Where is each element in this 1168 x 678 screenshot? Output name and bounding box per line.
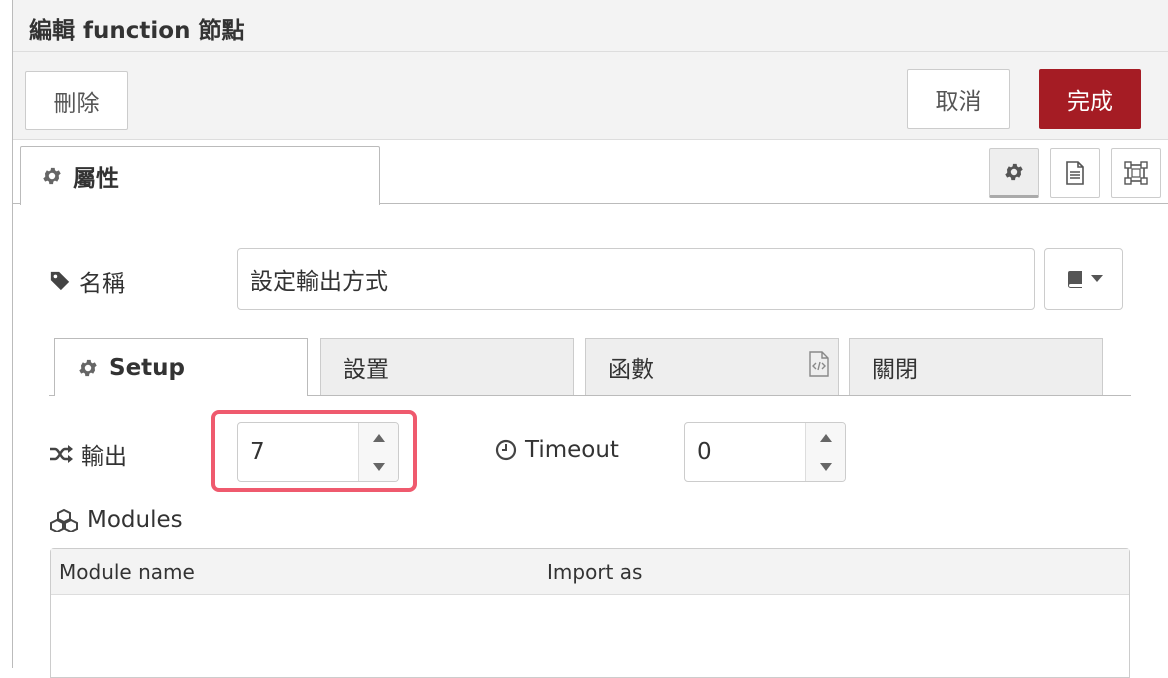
gear-icon bbox=[79, 359, 97, 376]
tag-icon bbox=[50, 271, 70, 291]
tray-title: 編輯 function 節點 bbox=[29, 18, 245, 44]
tab-properties[interactable]: 屬性 bbox=[20, 146, 380, 205]
cancel-button[interactable]: 取消 bbox=[907, 69, 1010, 129]
modules-label: Modules bbox=[49, 507, 183, 533]
subtab-function[interactable]: 函數 bbox=[585, 338, 839, 395]
outputs-label: 輸出 bbox=[49, 437, 127, 471]
outputs-highlight-box bbox=[211, 410, 417, 492]
caret-down-icon bbox=[819, 462, 832, 471]
timeout-label-text: Timeout bbox=[525, 437, 619, 463]
gear-icon bbox=[43, 167, 61, 185]
frame-icon bbox=[1124, 161, 1148, 185]
modules-table: Module name Import as bbox=[50, 548, 1130, 678]
subtab-function-label: 函數 bbox=[608, 357, 654, 383]
tray-tabbar: 屬性 bbox=[13, 140, 1168, 205]
subtab-on-start[interactable]: 設置 bbox=[320, 338, 574, 395]
edit-tray: 編輯 function 節點 刪除 取消 完成 屬性 名稱 設定輸出方式 Set… bbox=[12, 0, 1168, 678]
timeout-label: Timeout bbox=[495, 437, 619, 463]
settings-tab-button[interactable] bbox=[989, 148, 1039, 198]
delete-button[interactable]: 刪除 bbox=[25, 71, 128, 130]
description-tab-button[interactable] bbox=[1050, 148, 1100, 198]
library-button[interactable] bbox=[1044, 248, 1123, 310]
subtab-on-stop-label: 關閉 bbox=[872, 357, 918, 383]
caret-down-icon bbox=[1090, 275, 1103, 282]
done-button[interactable]: 完成 bbox=[1039, 69, 1141, 129]
timeout-increment[interactable] bbox=[806, 423, 845, 452]
name-label: 名稱 bbox=[49, 264, 125, 298]
outputs-label-text: 輸出 bbox=[81, 444, 127, 470]
document-icon bbox=[1066, 161, 1084, 185]
shuffle-icon bbox=[50, 445, 73, 463]
tab-properties-label: 屬性 bbox=[73, 166, 119, 192]
column-import-as: Import as bbox=[547, 560, 643, 584]
subtab-on-stop[interactable]: 關閉 bbox=[849, 338, 1103, 395]
modules-table-header: Module name Import as bbox=[51, 549, 1129, 595]
cubes-icon bbox=[50, 508, 78, 532]
tray-toolbar: 刪除 取消 完成 bbox=[13, 52, 1168, 140]
timeout-spinner[interactable]: 0 bbox=[684, 422, 846, 482]
clock-icon bbox=[495, 439, 517, 461]
code-file-icon bbox=[809, 351, 829, 377]
tray-header: 編輯 function 節點 bbox=[13, 0, 1168, 52]
subtab-setup-label: Setup bbox=[109, 354, 185, 381]
subtab-on-start-label: 設置 bbox=[343, 357, 389, 383]
name-label-text: 名稱 bbox=[79, 271, 125, 297]
function-subtabs: Setup 設置 函數 關閉 bbox=[49, 338, 1131, 396]
appearance-tab-button[interactable] bbox=[1111, 148, 1161, 198]
book-icon bbox=[1067, 271, 1082, 288]
timeout-decrement[interactable] bbox=[806, 452, 845, 481]
modules-label-text: Modules bbox=[87, 507, 183, 533]
caret-up-icon bbox=[819, 433, 832, 442]
gear-icon bbox=[1005, 163, 1023, 181]
subtab-setup[interactable]: Setup bbox=[54, 338, 308, 396]
timeout-value[interactable]: 0 bbox=[685, 423, 805, 481]
column-module-name: Module name bbox=[59, 560, 195, 584]
name-input[interactable] bbox=[237, 248, 1035, 310]
